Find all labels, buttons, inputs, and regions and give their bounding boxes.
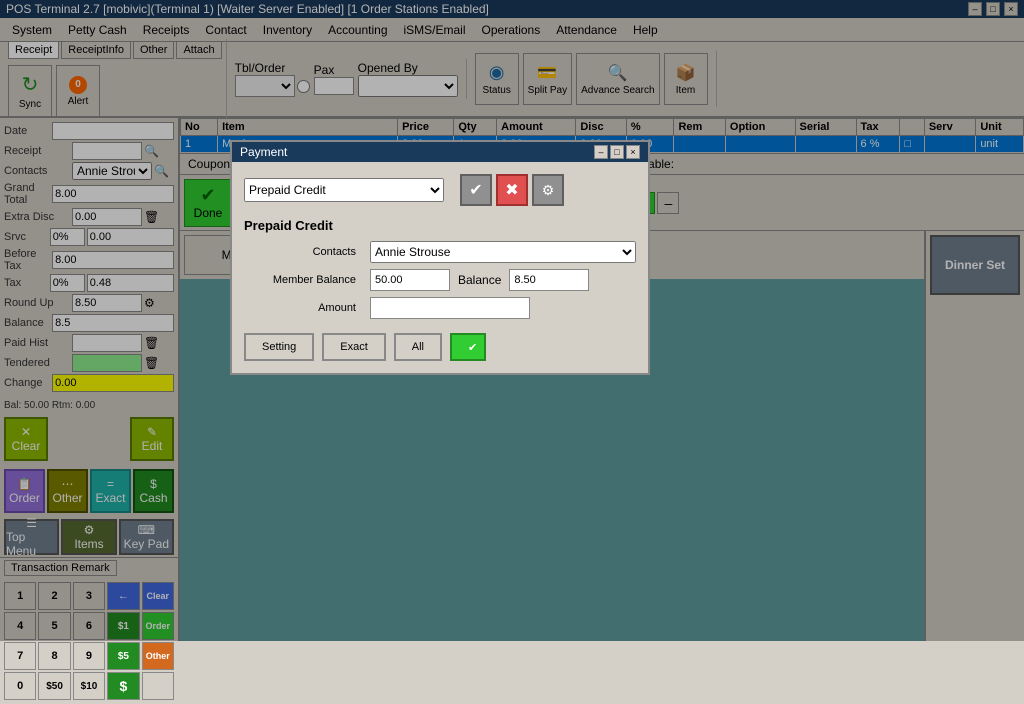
setting-button[interactable]: Setting (244, 333, 314, 361)
key-9[interactable]: 9 (73, 642, 105, 670)
modal-cancel-button[interactable]: ✖ (496, 174, 528, 206)
key-other[interactable]: Other (142, 642, 174, 670)
modal-type-row: Prepaid Credit ✔ ✖ ⚙ (244, 174, 636, 206)
all-button[interactable]: All (394, 333, 442, 361)
modal-close-button[interactable]: × (626, 145, 640, 159)
key-5dollar[interactable]: $5 (107, 642, 139, 670)
settings-icon: ⚙ (542, 182, 555, 199)
modal-form: Contacts Annie Strouse Member Balance Ba… (244, 241, 636, 319)
key-10dollar[interactable]: $10 (73, 672, 105, 700)
modal-overlay: Payment – □ × Prepaid Credit ✔ ✖ (0, 0, 1024, 641)
modal-settings-button[interactable]: ⚙ (532, 174, 564, 206)
modal-buttons: Setting Exact All ✔ (244, 325, 636, 361)
key-8[interactable]: 8 (38, 642, 70, 670)
amount-form-label: Amount (244, 302, 364, 314)
key-0[interactable]: 0 (4, 672, 36, 700)
modal-title: Payment (240, 145, 287, 159)
modal-amount-input[interactable] (370, 297, 530, 319)
contacts-form-label: Contacts (244, 246, 364, 258)
member-balance-input[interactable] (370, 269, 450, 291)
cancel-icon: ✖ (505, 180, 518, 200)
modal-titlebar: Payment – □ × (232, 142, 648, 162)
payment-type-select[interactable]: Prepaid Credit (244, 178, 444, 202)
confirm-green-button[interactable]: ✔ (450, 333, 486, 361)
modal-contacts-select[interactable]: Annie Strouse (370, 241, 636, 263)
modal-titlebar-buttons: – □ × (594, 145, 640, 159)
confirm-icon: ✔ (469, 180, 482, 200)
modal-section-title: Prepaid Credit (244, 218, 636, 233)
balance-form-label: Balance (458, 273, 501, 287)
key-50dollar[interactable]: $50 (38, 672, 70, 700)
modal-confirm-button[interactable]: ✔ (460, 174, 492, 206)
exact-modal-button[interactable]: Exact (322, 333, 386, 361)
key-cash[interactable]: $ (107, 672, 139, 700)
member-balance-row: Balance (370, 269, 636, 291)
modal-minimize-button[interactable]: – (594, 145, 608, 159)
member-balance-form-label: Member Balance (244, 274, 364, 286)
modal-balance-input[interactable] (509, 269, 589, 291)
modal-maximize-button[interactable]: □ (610, 145, 624, 159)
modal-action-icons: ✔ ✖ ⚙ (460, 174, 564, 206)
key-7[interactable]: 7 (4, 642, 36, 670)
payment-modal: Payment – □ × Prepaid Credit ✔ ✖ (230, 140, 650, 375)
key-empty (142, 672, 174, 700)
modal-content: Prepaid Credit ✔ ✖ ⚙ Prepaid Credit Cont… (232, 162, 648, 373)
